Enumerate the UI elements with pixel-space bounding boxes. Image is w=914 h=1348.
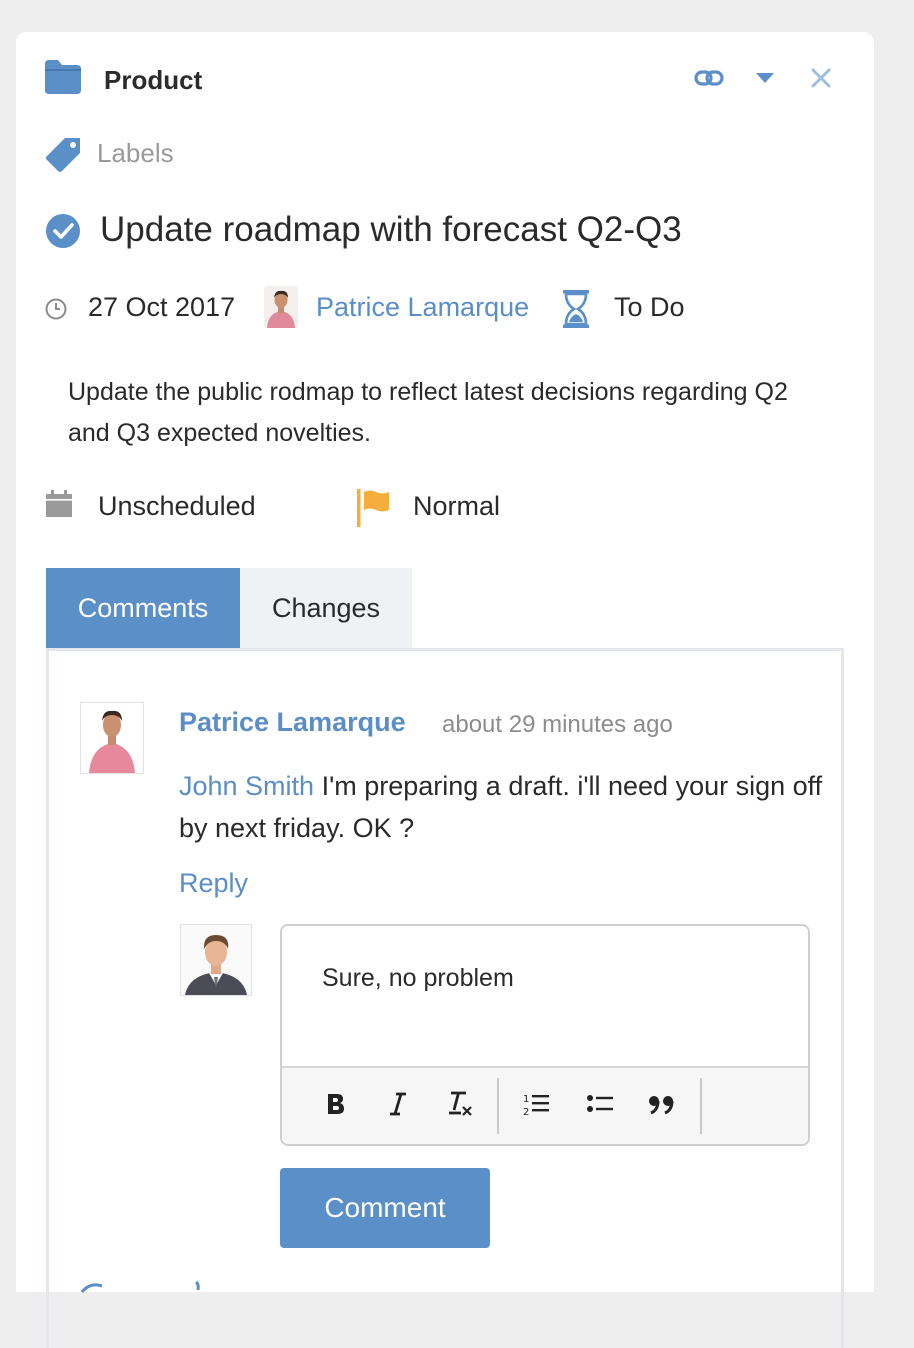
task-title[interactable]: Update roadmap with forecast Q2-Q3	[100, 210, 682, 250]
bulleted-list-icon	[586, 1092, 614, 1121]
svg-text:1: 1	[523, 1094, 529, 1105]
bulleted-list-button[interactable]	[578, 1082, 622, 1130]
submit-comment-button[interactable]: Comment	[280, 1168, 490, 1248]
toolbar-divider	[497, 1078, 499, 1134]
task-description[interactable]: Update the public rodmap to reflect late…	[68, 372, 788, 454]
due-date[interactable]: 27 Oct 2017	[88, 292, 235, 323]
remove-format-button[interactable]	[438, 1082, 482, 1130]
italic-icon	[388, 1092, 408, 1121]
assignee-link[interactable]: Patrice Lamarque	[316, 292, 529, 323]
mention-link[interactable]: John Smith	[179, 771, 314, 801]
flag-icon	[355, 488, 395, 528]
comment-timestamp: about 29 minutes ago	[442, 711, 673, 738]
commenter-avatar	[80, 702, 144, 774]
tab-comments[interactable]: Comments	[46, 568, 240, 648]
numbered-list-icon: 12	[522, 1091, 550, 1122]
labels-link[interactable]: Labels	[97, 138, 174, 169]
close-button[interactable]	[801, 62, 841, 98]
check-circle-icon[interactable]	[45, 213, 81, 249]
editor-content[interactable]: Sure, no problem	[322, 964, 514, 993]
dropdown-button[interactable]	[745, 62, 785, 98]
reply-editor[interactable]: Sure, no problem 12	[280, 924, 810, 1146]
remove-format-icon	[446, 1090, 474, 1123]
toolbar-divider	[700, 1078, 702, 1134]
quote-icon	[647, 1092, 677, 1121]
comment-text: John Smith I'm preparing a draft. i'll n…	[179, 765, 839, 849]
link-button[interactable]	[689, 62, 729, 98]
reply-link[interactable]: Reply	[179, 868, 248, 899]
folder-icon	[45, 60, 81, 94]
task-detail-card: Product Labels Update roadmap with forec…	[16, 32, 874, 1348]
priority-value[interactable]: Normal	[413, 491, 500, 522]
bold-icon	[325, 1092, 347, 1121]
close-icon	[811, 68, 831, 93]
comment-author-link[interactable]: Patrice Lamarque	[179, 707, 406, 738]
tag-icon[interactable]	[45, 136, 83, 174]
blockquote-button[interactable]	[640, 1082, 684, 1130]
calendar-icon	[45, 490, 73, 518]
schedule-value[interactable]: Unscheduled	[98, 491, 256, 522]
editor-toolbar: 12	[282, 1066, 808, 1144]
project-name: Product	[104, 65, 203, 95]
numbered-list-button[interactable]: 12	[514, 1082, 558, 1130]
partial-link	[80, 1276, 200, 1296]
current-user-avatar	[180, 924, 252, 996]
tab-changes[interactable]: Changes	[240, 568, 412, 648]
clock-icon	[45, 298, 67, 320]
italic-button[interactable]	[376, 1082, 420, 1130]
status-value[interactable]: To Do	[614, 292, 685, 323]
svg-text:2: 2	[523, 1107, 529, 1117]
caret-down-icon	[755, 71, 775, 89]
bold-button[interactable]	[314, 1082, 358, 1130]
assignee-avatar[interactable]	[264, 286, 298, 328]
link-icon	[694, 68, 724, 93]
hourglass-icon[interactable]	[561, 289, 591, 329]
